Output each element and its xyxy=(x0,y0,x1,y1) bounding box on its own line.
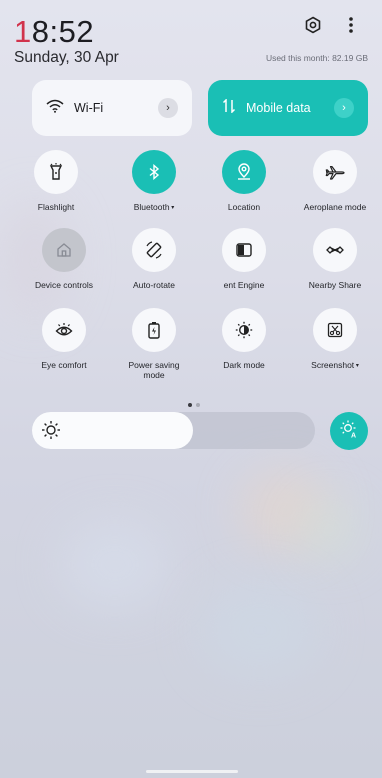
bluetooth-menu-caret-icon[interactable]: ▾ xyxy=(170,205,174,211)
qs-screenshot[interactable]: Screenshot ▾ xyxy=(290,308,380,371)
nearby-share-icon[interactable] xyxy=(313,228,357,272)
location-icon[interactable] xyxy=(222,150,266,194)
flashlight-label: Flashlight xyxy=(37,202,75,212)
power-saving-label: Power saving mode xyxy=(128,360,180,380)
mobile-data-label: Mobile data xyxy=(246,101,311,115)
auto-rotate-label: Auto-rotate xyxy=(132,280,176,290)
page-dot xyxy=(196,403,200,407)
page-indicator xyxy=(186,394,202,412)
engine-icon[interactable] xyxy=(222,228,266,272)
mobile-data-icon xyxy=(222,97,236,118)
svg-text:A: A xyxy=(351,432,356,439)
flashlight-icon[interactable] xyxy=(34,150,78,194)
clock-rest: 8:52 xyxy=(31,14,95,49)
page-dot-active xyxy=(188,403,192,407)
qs-dark-mode[interactable]: Dark mode xyxy=(199,308,289,370)
dark-mode-label: Dark mode xyxy=(223,360,265,370)
qs-device-controls[interactable]: Device controls xyxy=(19,228,109,290)
settings-icon[interactable] xyxy=(302,14,324,36)
qs-auto-rotate[interactable]: Auto-rotate xyxy=(109,228,199,290)
eye-comfort-label: Eye comfort xyxy=(41,360,87,370)
clock-hour-first-digit: 1 xyxy=(14,14,32,49)
bluetooth-label-row[interactable]: Bluetooth ▾ xyxy=(109,202,199,213)
mobile-data-tile[interactable]: Mobile data › xyxy=(208,80,368,136)
engine-label: ent Engine xyxy=(223,280,265,290)
airplane-icon[interactable] xyxy=(313,150,357,194)
qs-bluetooth[interactable]: Bluetooth ▾ xyxy=(109,150,199,213)
wifi-label: Wi-Fi xyxy=(74,101,104,115)
home-indicator[interactable] xyxy=(146,770,238,773)
screenshot-label-row[interactable]: Screenshot ▾ xyxy=(290,360,380,371)
nearby-share-label: Nearby Share xyxy=(308,280,362,290)
bluetooth-icon[interactable] xyxy=(132,150,176,194)
auto-brightness-button[interactable]: A xyxy=(330,412,368,450)
wifi-chevron-icon[interactable]: › xyxy=(158,98,178,118)
qs-engine[interactable]: ent Engine xyxy=(199,228,289,290)
location-label: Location xyxy=(227,202,261,212)
qs-power-saving[interactable]: Power saving mode xyxy=(109,308,199,380)
power-saving-icon[interactable] xyxy=(132,308,176,352)
qs-nearby-share[interactable]: Nearby Share xyxy=(290,228,380,290)
brightness-icon xyxy=(40,419,62,446)
screenshot-menu-caret-icon[interactable]: ▾ xyxy=(354,363,359,369)
wifi-icon xyxy=(46,99,64,118)
date-label: Sunday, 30 Apr xyxy=(14,49,119,66)
more-options-icon[interactable] xyxy=(340,14,362,36)
qs-eye-comfort[interactable]: Eye comfort xyxy=(19,308,109,370)
bluetooth-label: Bluetooth xyxy=(133,202,170,212)
dark-mode-icon[interactable] xyxy=(222,308,266,352)
qs-flashlight[interactable]: Flashlight xyxy=(11,150,101,212)
auto-rotate-icon[interactable] xyxy=(132,228,176,272)
auto-brightness-icon: A xyxy=(339,419,359,444)
eye-comfort-icon[interactable] xyxy=(42,308,86,352)
clock: 18:52 xyxy=(14,14,94,50)
aeroplane-mode-label: Aeroplane mode xyxy=(303,202,367,212)
screenshot-label: Screenshot xyxy=(311,360,355,370)
home-icon[interactable] xyxy=(42,228,86,272)
qs-aeroplane-mode[interactable]: Aeroplane mode xyxy=(290,150,380,212)
qs-location[interactable]: Location xyxy=(199,150,289,212)
screenshot-icon[interactable] xyxy=(313,308,357,352)
data-usage-label: Used this month: 82.19 GB xyxy=(265,53,368,63)
mobile-data-chevron-icon[interactable]: › xyxy=(334,98,354,118)
wifi-tile[interactable]: Wi-Fi › xyxy=(32,80,192,136)
